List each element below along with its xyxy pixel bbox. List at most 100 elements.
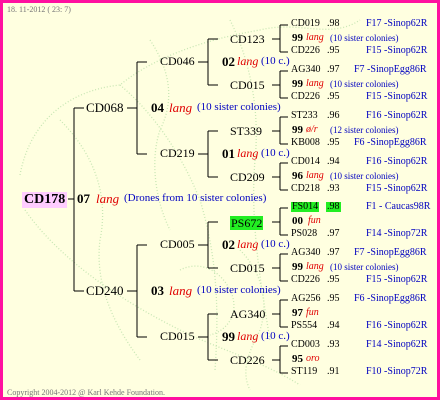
g3-node-id[interactable]: CD226 — [230, 354, 265, 366]
g1-node-gen: 03 — [151, 283, 164, 298]
g3-node-lang: lang — [306, 78, 324, 89]
g4-id[interactable]: CD003 — [291, 340, 320, 350]
g4-src: F7 -SinopEgg86R — [354, 247, 427, 258]
g4-val: .94 — [327, 320, 340, 331]
g3-node-gen: 99 — [292, 32, 303, 44]
g4-src: F16 -Sinop62R — [366, 320, 428, 331]
g4-val: .91 — [327, 366, 340, 377]
g4-id[interactable]: AG256 — [291, 294, 320, 304]
g4-id[interactable]: KB008 — [291, 138, 320, 148]
g3-node-id[interactable]: CD015 — [230, 79, 265, 91]
g4-id[interactable]: AG340 — [291, 65, 320, 75]
footer-copyright: Copyright 2004-2012 @ Karl Kehde Foundat… — [7, 388, 166, 397]
g2-node-id[interactable]: CD015 — [160, 330, 195, 342]
root-lang: lang — [96, 191, 120, 206]
g4-id[interactable]: ST233 — [291, 111, 318, 121]
g4-id[interactable]: CD014 — [291, 157, 320, 167]
g2-node-desc: (10 c.) — [261, 238, 290, 250]
g4-id[interactable]: CD226 — [291, 275, 320, 285]
g4-src: F7 -SinopEgg86R — [354, 64, 427, 75]
g4-val: .96 — [327, 110, 340, 121]
g4-id[interactable]: PS028 — [291, 229, 317, 239]
g3-node-lang: fun — [308, 215, 321, 226]
g4-id[interactable]: CD218 — [291, 184, 320, 194]
g3-node-lang: lang — [306, 261, 324, 272]
g3-node-gen: 99 — [292, 78, 303, 90]
g3-node-id[interactable]: AG340 — [230, 308, 265, 320]
g3-node-id[interactable]: CD015 — [230, 262, 265, 274]
g4-val: .93 — [327, 183, 340, 194]
g3-node-id[interactable]: ST339 — [230, 125, 262, 137]
g2-node-lang: lang — [237, 329, 259, 343]
g3-node-lang: lang — [306, 170, 324, 181]
g4-val: .97 — [327, 247, 340, 258]
g2-node-gen: 01 — [222, 146, 235, 161]
g4-id-highlighted[interactable]: FS014 — [291, 202, 320, 212]
g4-src: F14 -Sinop62R — [366, 339, 428, 350]
root-id[interactable]: CD178 — [22, 192, 68, 208]
g4-val: .97 — [327, 228, 340, 239]
g3-node-lang: ø/r — [306, 124, 318, 135]
g2-node-gen: 99 — [222, 329, 235, 344]
g2-node-id[interactable]: CD219 — [160, 147, 195, 159]
g4-id[interactable]: ST119 — [291, 367, 317, 377]
g4-src: F6 -SinopEgg86R — [354, 293, 427, 304]
g1-node-gen: 04 — [151, 100, 164, 115]
g4-val: .93 — [327, 339, 340, 350]
g1-node-id[interactable]: CD240 — [86, 284, 124, 297]
g4-val: .95 — [327, 91, 340, 102]
g2-node-id[interactable]: CD005 — [160, 238, 195, 250]
g2-node-gen: 02 — [222, 54, 235, 69]
root-gen: 07 — [77, 191, 90, 206]
g3-node-gen: 99 — [292, 261, 303, 273]
g4-src: F15 -Sinop62R — [366, 91, 428, 102]
g4-src: F16 -Sinop62R — [366, 110, 428, 121]
g1-node-lang: lang — [169, 283, 193, 298]
header-date: 18. 11-2012 ( 23: 7) — [7, 5, 71, 14]
g4-val: .97 — [327, 64, 340, 75]
g4-id[interactable]: CD226 — [291, 92, 320, 102]
g3-node-gen: 00 — [292, 215, 303, 227]
g2-node-desc: (10 c.) — [261, 330, 290, 342]
root-desc: (Drones from 10 sister colonies) — [124, 192, 267, 204]
g1-node-id[interactable]: CD068 — [86, 101, 124, 114]
g4-src: F15 -Sinop62R — [366, 45, 428, 56]
g3-node-lang: fun — [306, 307, 319, 318]
g4-val: .95 — [327, 137, 340, 148]
g4-id[interactable]: CD019 — [291, 19, 320, 29]
g4-id[interactable]: AG340 — [291, 248, 320, 258]
g4-val-highlighted: .98 — [326, 201, 341, 212]
g2-node-desc: (10 c.) — [261, 147, 290, 159]
g3-node-desc: (12 sister colonies) — [330, 125, 399, 135]
g2-node-desc: (10 c.) — [261, 55, 290, 67]
g4-val: .95 — [327, 293, 340, 304]
g4-src: F6 -SinopEgg86R — [354, 137, 427, 148]
g1-node-lang: lang — [169, 100, 193, 115]
g2-node-gen: 02 — [222, 237, 235, 252]
g1-node-desc: (10 sister colonies) — [197, 101, 281, 113]
g4-val: .95 — [327, 274, 340, 285]
g4-src: F15 -Sinop62R — [366, 274, 428, 285]
g4-src: F16 -Sinop62R — [366, 156, 428, 167]
g4-src: F1 - Caucas98R — [366, 201, 431, 212]
g1-node-desc: (10 sister colonies) — [197, 284, 281, 296]
g3-node-gen: 99 — [292, 124, 303, 136]
g3-node-desc: (10 sister colonies) — [330, 262, 399, 272]
g2-node-lang: lang — [237, 54, 259, 68]
g4-src: F15 -Sinop62R — [366, 183, 428, 194]
g3-node-lang: oro — [306, 353, 320, 364]
g2-node-lang: lang — [237, 146, 259, 160]
g4-id[interactable]: PS554 — [291, 321, 317, 331]
g2-node-id[interactable]: CD046 — [160, 55, 195, 67]
g3-node-id[interactable]: CD209 — [230, 171, 265, 183]
g3-node-desc: (10 sister colonies) — [330, 79, 399, 89]
g4-src: F10 -Sinop72R — [366, 366, 428, 377]
g3-node-gen: 95 — [292, 353, 303, 365]
g3-node-id[interactable]: CD123 — [230, 33, 265, 45]
g4-src: F14 -Sinop72R — [366, 228, 428, 239]
g3-node-desc: (10 sister colonies) — [330, 171, 399, 181]
g4-val: .95 — [327, 45, 340, 56]
g3-node-id-highlighted[interactable]: PS672 — [230, 216, 264, 230]
g4-id[interactable]: CD226 — [291, 46, 320, 56]
g4-val: .94 — [327, 156, 340, 167]
